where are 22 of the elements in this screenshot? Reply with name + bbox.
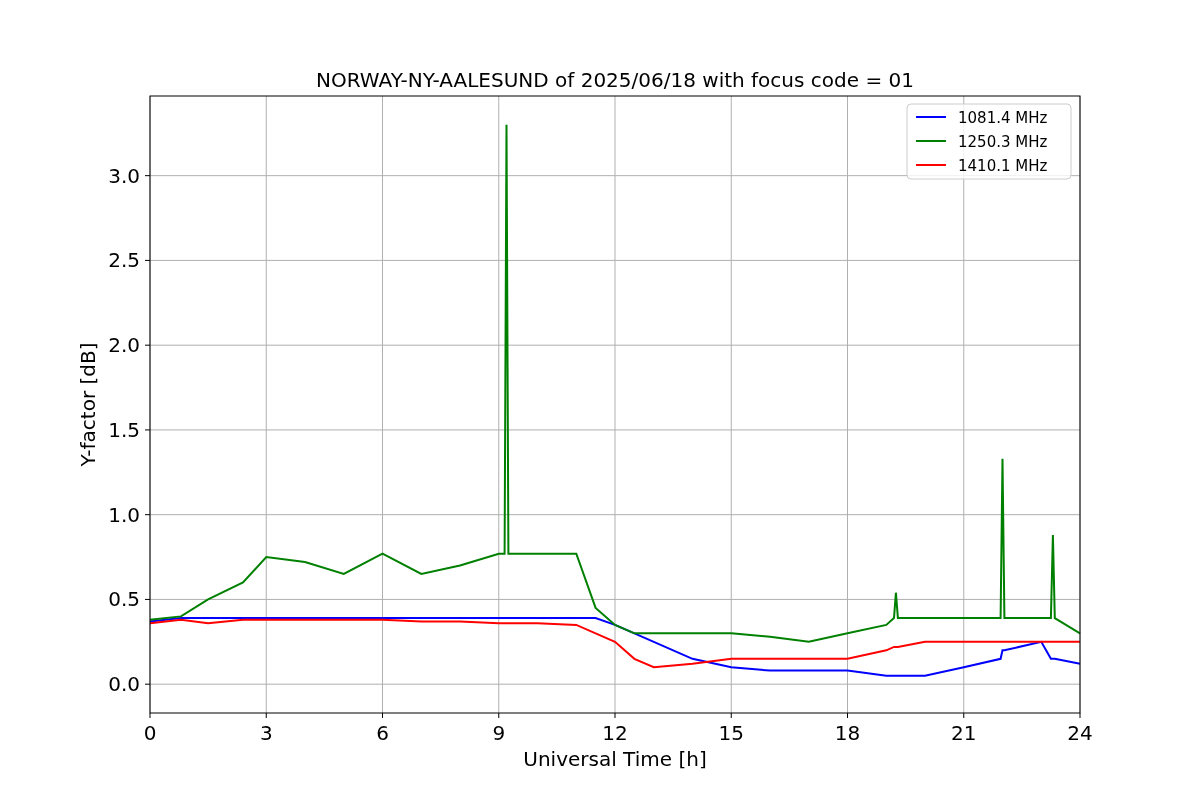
y-axis-label: Y-factor [dB] (76, 342, 100, 467)
x-tick-label: 6 (376, 721, 389, 745)
y-tick-label: 2.0 (108, 333, 140, 358)
y-tick-label: 1.0 (108, 502, 140, 527)
x-tick-label: 24 (1067, 721, 1093, 745)
x-tick-label: 0 (143, 721, 157, 745)
y-tick-label: 2.5 (108, 248, 140, 273)
legend-label: 1081.4 MHz (958, 109, 1048, 127)
chart-title: NORWAY-NY-AALESUND of 2025/06/18 with focus code = 01 (316, 68, 914, 92)
x-axis-label: Universal Time [h] (523, 747, 707, 771)
x-tick-label: 15 (718, 721, 744, 745)
x-tick-label: 3 (259, 721, 273, 745)
x-tick-label: 18 (834, 721, 861, 745)
legend-label: 1410.1 MHz (958, 157, 1048, 175)
y-tick-label: 1.5 (108, 417, 140, 442)
x-tick-label: 12 (602, 721, 628, 745)
x-tick-label: 9 (492, 721, 506, 745)
y-tick-label: 3.0 (108, 163, 140, 188)
x-tick-label: 21 (951, 721, 977, 745)
y-tick-label: 0.5 (108, 587, 140, 612)
y-tick-label: 0.0 (108, 672, 140, 697)
legend-label: 1250.3 MHz (958, 133, 1048, 151)
